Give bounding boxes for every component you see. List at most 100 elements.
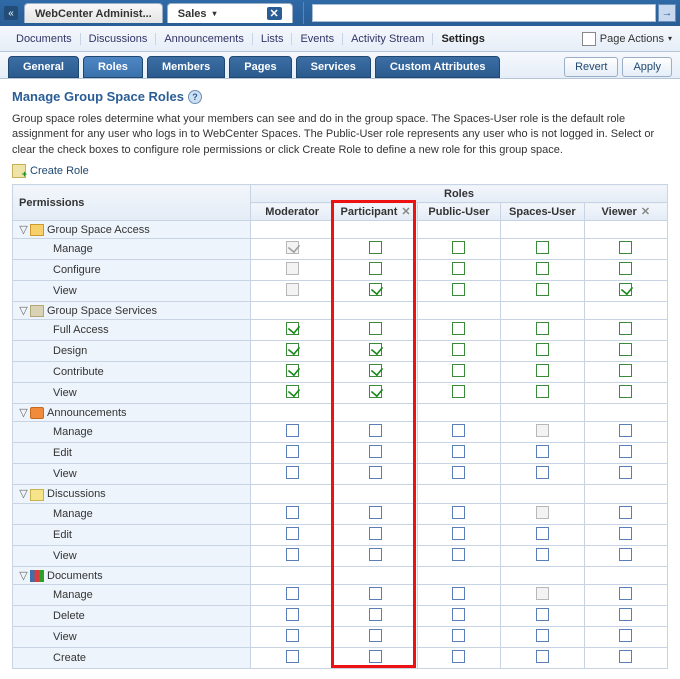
permission-checkbox[interactable] <box>369 424 382 437</box>
permission-checkbox[interactable] <box>369 385 382 398</box>
permission-checkbox[interactable] <box>452 466 465 479</box>
permission-checkbox[interactable] <box>536 650 549 663</box>
permission-checkbox[interactable] <box>369 608 382 621</box>
permission-checkbox[interactable] <box>452 424 465 437</box>
permission-checkbox[interactable] <box>536 445 549 458</box>
permission-checkbox[interactable] <box>286 608 299 621</box>
search-go-button[interactable]: → <box>658 4 676 22</box>
permission-checkbox[interactable] <box>452 608 465 621</box>
top-tab-webcenter[interactable]: WebCenter Administ... <box>24 3 163 23</box>
permission-checkbox[interactable] <box>286 548 299 561</box>
permission-checkbox[interactable] <box>619 608 632 621</box>
perm-group[interactable]: ▽Announcements <box>13 404 251 422</box>
tab-general[interactable]: General <box>8 56 79 78</box>
perm-group[interactable]: ▽Discussions <box>13 485 251 503</box>
permission-checkbox[interactable] <box>452 385 465 398</box>
permission-checkbox[interactable] <box>369 629 382 642</box>
page-actions-dropdown[interactable]: Page Actions ▾ <box>582 32 672 46</box>
create-role-link[interactable]: Create Role <box>12 164 668 178</box>
permission-checkbox[interactable] <box>536 262 549 275</box>
permission-checkbox[interactable] <box>619 241 632 254</box>
permission-checkbox[interactable] <box>452 322 465 335</box>
search-input[interactable] <box>312 4 656 22</box>
permission-checkbox[interactable] <box>619 527 632 540</box>
permission-checkbox[interactable] <box>369 322 382 335</box>
permission-checkbox[interactable] <box>536 343 549 356</box>
menu-events[interactable]: Events <box>292 33 343 45</box>
permission-checkbox[interactable] <box>536 385 549 398</box>
permission-checkbox[interactable] <box>369 527 382 540</box>
permission-checkbox[interactable] <box>369 548 382 561</box>
delete-role-icon[interactable]: ✕ <box>641 206 650 218</box>
permission-checkbox[interactable] <box>286 343 299 356</box>
permission-checkbox[interactable] <box>619 283 632 296</box>
permission-checkbox[interactable] <box>452 445 465 458</box>
permission-checkbox[interactable] <box>286 364 299 377</box>
menu-discussions[interactable]: Discussions <box>81 33 157 45</box>
permission-checkbox[interactable] <box>369 283 382 296</box>
permission-checkbox[interactable] <box>452 241 465 254</box>
permission-checkbox[interactable] <box>536 527 549 540</box>
permission-checkbox[interactable] <box>286 385 299 398</box>
permission-checkbox[interactable] <box>619 364 632 377</box>
permission-checkbox[interactable] <box>452 506 465 519</box>
tab-services[interactable]: Services <box>296 56 371 78</box>
tab-members[interactable]: Members <box>147 56 225 78</box>
permission-checkbox[interactable] <box>452 587 465 600</box>
tab-pages[interactable]: Pages <box>229 56 291 78</box>
nav-back-icon[interactable]: « <box>4 6 18 20</box>
permission-checkbox[interactable] <box>286 466 299 479</box>
disclosure-icon[interactable]: ▽ <box>19 223 28 236</box>
menu-documents[interactable]: Documents <box>8 33 81 45</box>
perm-group[interactable]: ▽Group Space Access <box>13 221 251 239</box>
permission-checkbox[interactable] <box>619 629 632 642</box>
permission-checkbox[interactable] <box>286 527 299 540</box>
permission-checkbox[interactable] <box>452 283 465 296</box>
permission-checkbox[interactable] <box>369 506 382 519</box>
permission-checkbox[interactable] <box>619 262 632 275</box>
permission-checkbox[interactable] <box>452 343 465 356</box>
permission-checkbox[interactable] <box>369 343 382 356</box>
permission-checkbox[interactable] <box>619 343 632 356</box>
permission-checkbox[interactable] <box>286 506 299 519</box>
tab-roles[interactable]: Roles <box>83 56 143 78</box>
menu-settings[interactable]: Settings <box>433 33 492 45</box>
perm-group[interactable]: ▽Documents <box>13 566 251 584</box>
permission-checkbox[interactable] <box>619 506 632 519</box>
permission-checkbox[interactable] <box>536 466 549 479</box>
permission-checkbox[interactable] <box>369 241 382 254</box>
permission-checkbox[interactable] <box>536 548 549 561</box>
permission-checkbox[interactable] <box>619 322 632 335</box>
menu-lists[interactable]: Lists <box>253 33 293 45</box>
permission-checkbox[interactable] <box>286 587 299 600</box>
permission-checkbox[interactable] <box>536 364 549 377</box>
disclosure-icon[interactable]: ▽ <box>19 406 28 419</box>
delete-role-icon[interactable]: ✕ <box>401 206 410 218</box>
permission-checkbox[interactable] <box>452 527 465 540</box>
permission-checkbox[interactable] <box>619 466 632 479</box>
permission-checkbox[interactable] <box>369 262 382 275</box>
help-icon[interactable]: ? <box>188 90 202 104</box>
permission-checkbox[interactable] <box>536 608 549 621</box>
permission-checkbox[interactable] <box>536 629 549 642</box>
disclosure-icon[interactable]: ▽ <box>19 569 28 582</box>
close-icon[interactable]: ✕ <box>267 7 282 20</box>
permission-checkbox[interactable] <box>619 385 632 398</box>
permission-checkbox[interactable] <box>536 283 549 296</box>
permission-checkbox[interactable] <box>536 322 549 335</box>
permission-checkbox[interactable] <box>286 445 299 458</box>
permission-checkbox[interactable] <box>286 424 299 437</box>
permission-checkbox[interactable] <box>369 466 382 479</box>
tab-custom-attributes[interactable]: Custom Attributes <box>375 56 501 78</box>
permission-checkbox[interactable] <box>286 629 299 642</box>
permission-checkbox[interactable] <box>619 548 632 561</box>
permission-checkbox[interactable] <box>452 262 465 275</box>
permission-checkbox[interactable] <box>619 445 632 458</box>
top-tab-sales[interactable]: Sales ▾ ✕ <box>167 3 293 23</box>
apply-button[interactable]: Apply <box>622 57 672 77</box>
permission-checkbox[interactable] <box>452 650 465 663</box>
permission-checkbox[interactable] <box>369 445 382 458</box>
permission-checkbox[interactable] <box>369 587 382 600</box>
permission-checkbox[interactable] <box>619 587 632 600</box>
permission-checkbox[interactable] <box>619 424 632 437</box>
